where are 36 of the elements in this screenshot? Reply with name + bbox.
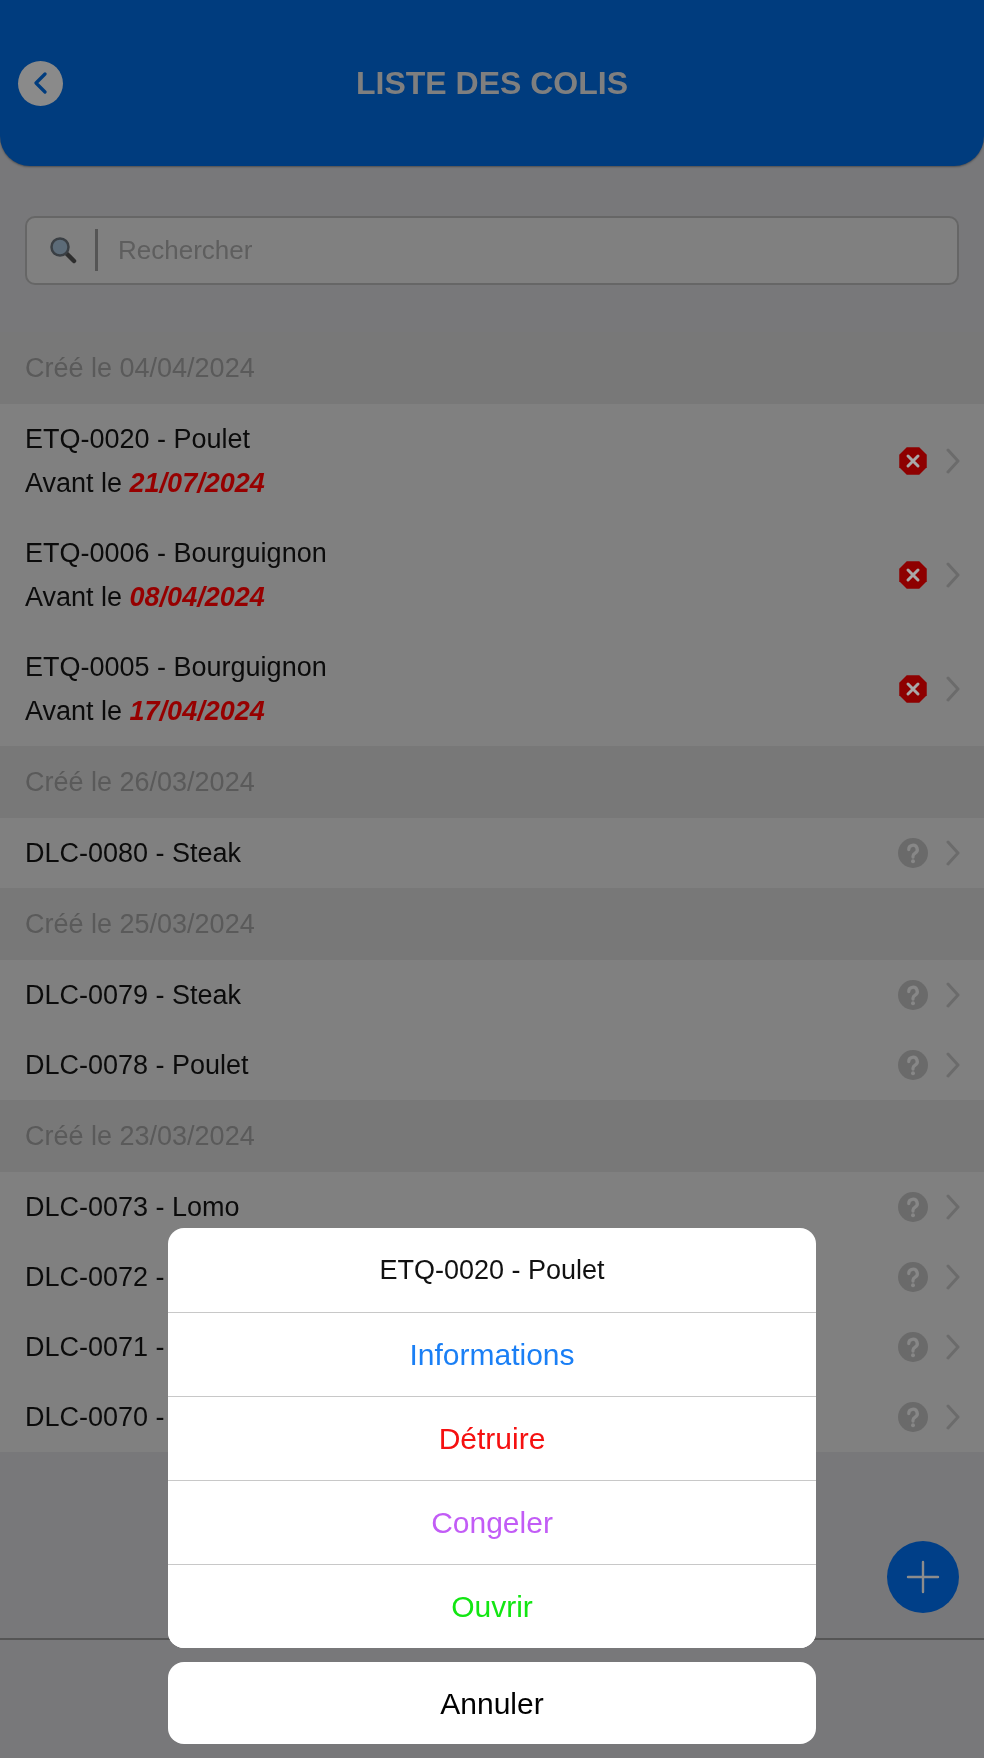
item-title: DLC-0070 -: [25, 1401, 165, 1434]
list-item[interactable]: DLC-0080 - Steak: [0, 818, 984, 888]
item-title: ETQ-0006 - Bourguignon: [25, 537, 327, 570]
question-circle-icon: [898, 1262, 928, 1292]
plus-icon: [906, 1560, 940, 1594]
item-title: DLC-0079 - Steak: [25, 979, 242, 1012]
expiry-text: Avant le 21/07/2024: [25, 467, 265, 500]
item-title: DLC-0080 - Steak: [25, 837, 242, 870]
list-item[interactable]: DLC-0079 - Steak: [0, 960, 984, 1030]
x-octagon-icon: [898, 560, 928, 590]
question-circle-icon: [898, 838, 928, 868]
chevron-left-icon: [32, 72, 49, 94]
expiry-text: Avant le 08/04/2024: [25, 581, 265, 614]
item-title: ETQ-0005 - Bourguignon: [25, 651, 327, 684]
x-octagon-icon: [898, 674, 928, 704]
back-button[interactable]: [18, 60, 63, 106]
list-item[interactable]: ETQ-0020 - Poulet Avant le 21/07/2024: [0, 404, 984, 518]
question-circle-icon: [898, 1050, 928, 1080]
list-item[interactable]: ETQ-0006 - Bourguignon Avant le 08/04/2024: [0, 518, 984, 632]
expiry-text: Avant le 17/04/2024: [25, 695, 265, 728]
item-title: DLC-0073 - Lomo: [25, 1191, 240, 1224]
item-title: DLC-0078 - Poulet: [25, 1049, 249, 1082]
search-icon: [49, 236, 77, 264]
list-item[interactable]: ETQ-0005 - Bourguignon Avant le 17/04/2024: [0, 632, 984, 746]
list-item[interactable]: DLC-0078 - Poulet: [0, 1030, 984, 1100]
question-circle-icon: [898, 1402, 928, 1432]
item-title: DLC-0071 -: [25, 1331, 165, 1364]
item-title: DLC-0072 -: [25, 1261, 165, 1294]
cancel-button[interactable]: Annuler: [168, 1662, 816, 1744]
item-title: ETQ-0020 - Poulet: [25, 423, 251, 456]
x-octagon-icon: [898, 446, 928, 476]
question-circle-icon: [898, 1332, 928, 1362]
question-circle-icon: [898, 1192, 928, 1222]
page-title: LISTE DES COLIS: [356, 63, 628, 103]
sheet-title: ETQ-0020 - Poulet: [378, 1253, 606, 1287]
question-circle-icon: [898, 980, 928, 1010]
